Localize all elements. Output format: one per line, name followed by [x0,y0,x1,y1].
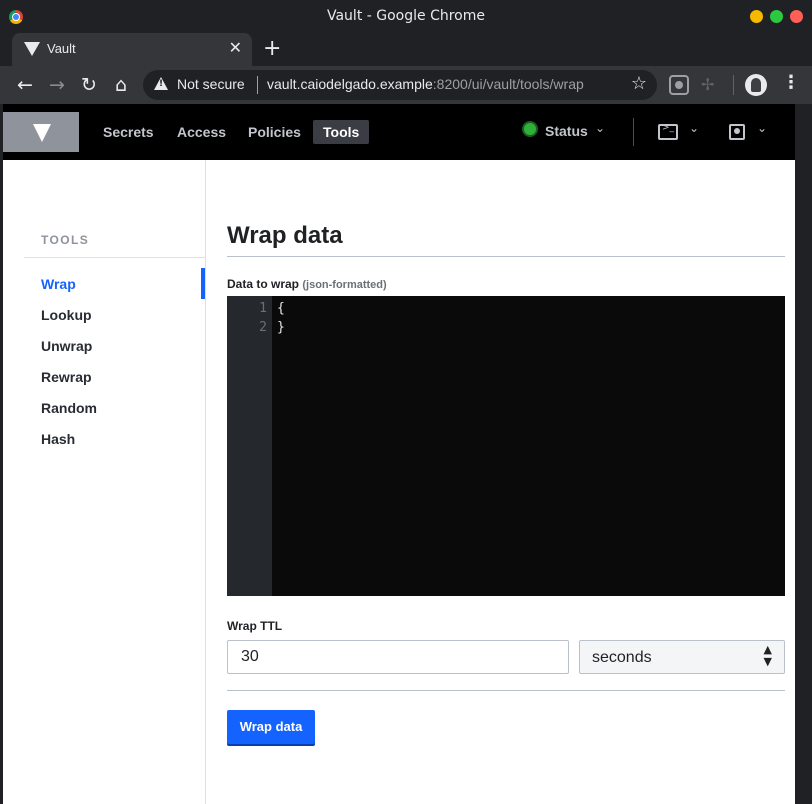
select-updown-icon: ▲ ▼ [763,643,772,668]
toolbar-divider [733,75,734,95]
window-title: Vault - Google Chrome [326,8,485,24]
page-title: Wrap data [227,222,343,249]
line-number: 1 [259,301,267,316]
warning-icon[interactable] [154,77,168,90]
url-path: :8200/ui/vault/tools/wrap [432,76,584,92]
back-button[interactable]: ← [12,72,38,98]
sidebar-item-random[interactable]: Random [41,400,97,416]
form-divider [227,690,785,691]
json-editor[interactable]: 1 2 { } [227,296,785,596]
forward-button[interactable]: → [44,72,70,98]
title-divider [227,256,785,257]
editor-gutter: 1 2 [227,296,272,596]
maximize-button[interactable] [770,10,783,23]
console-icon[interactable] [658,123,678,140]
sidebar-item-wrap[interactable]: Wrap [41,276,76,292]
code-line[interactable]: { [277,301,285,316]
minimize-button[interactable] [750,10,763,23]
status-indicator-icon [524,123,536,135]
main-content: TOOLS Wrap Lookup Unwrap Rewrap Random H… [3,160,795,804]
bookmark-star-icon[interactable]: ☆ [631,73,647,94]
sidebar-item-hash[interactable]: Hash [41,431,75,447]
active-item-marker [201,268,205,299]
browser-toolbar: ← → ↻ ⌂ Not secure vault.caiodelgado.exa… [0,66,812,104]
status-menu[interactable]: Status [545,123,588,139]
address-bar[interactable]: Not secure vault.caiodelgado.example:820… [143,70,657,100]
wrap-data-button[interactable]: Wrap data [227,710,315,744]
omnibox-divider [257,76,258,94]
sidebar-divider [24,257,205,258]
line-number: 2 [259,320,267,335]
url-host: vault.caiodelgado.example [267,76,433,92]
nav-secrets[interactable]: Secrets [93,120,164,144]
window-titlebar: Vault - Google Chrome [0,0,812,33]
data-field-label: Data to wrap (json-formatted) [227,277,387,291]
code-line[interactable]: } [277,320,285,335]
sidebar-item-rewrap[interactable]: Rewrap [41,369,92,385]
user-menu-icon[interactable] [729,124,745,140]
sidebar-item-unwrap[interactable]: Unwrap [41,338,92,354]
close-window-button[interactable] [790,10,803,23]
chrome-menu-icon[interactable]: ⋮ [782,72,800,93]
ttl-input[interactable]: 30 [227,640,569,674]
ttl-label: Wrap TTL [227,619,283,633]
vault-logo-icon [33,124,51,142]
new-tab-button[interactable]: + [263,37,281,61]
extension-icon[interactable] [669,75,689,95]
extension-puzzle-icon[interactable]: ✢ [701,75,721,95]
not-secure-label[interactable]: Not secure [177,76,245,92]
home-button[interactable]: ⌂ [108,72,134,98]
vault-favicon-icon [24,42,40,56]
user-chevron-down-icon[interactable]: ⌄ [757,121,767,135]
nav-policies[interactable]: Policies [238,120,311,144]
ttl-unit-select[interactable]: seconds ▲ ▼ [579,640,785,674]
ttl-unit-value: seconds [592,649,652,666]
window-right-edge [795,104,812,804]
tab-vault[interactable]: Vault ✕ [12,33,252,66]
sidebar-heading: TOOLS [41,233,90,247]
data-label-text: Data to wrap [227,277,300,291]
console-chevron-down-icon[interactable]: ⌄ [689,121,699,135]
vault-logo[interactable] [3,112,79,152]
header-divider [633,118,634,146]
url-text[interactable]: vault.caiodelgado.example:8200/ui/vault/… [267,76,584,92]
tab-title: Vault [47,41,76,56]
nav-access[interactable]: Access [167,120,236,144]
profile-avatar[interactable] [745,74,767,96]
vault-header: Secrets Access Policies Tools Status ⌄ ⌄… [3,104,795,160]
tab-close-icon[interactable]: ✕ [229,39,242,57]
reload-button[interactable]: ↻ [76,72,102,98]
sidebar-border [205,160,206,804]
tab-strip: Vault ✕ + [0,33,812,66]
nav-tools[interactable]: Tools [313,120,370,144]
data-label-hint: (json-formatted) [302,279,387,291]
sidebar-item-lookup[interactable]: Lookup [41,307,92,323]
ttl-value: 30 [241,648,259,665]
status-chevron-down-icon[interactable]: ⌄ [595,121,605,135]
